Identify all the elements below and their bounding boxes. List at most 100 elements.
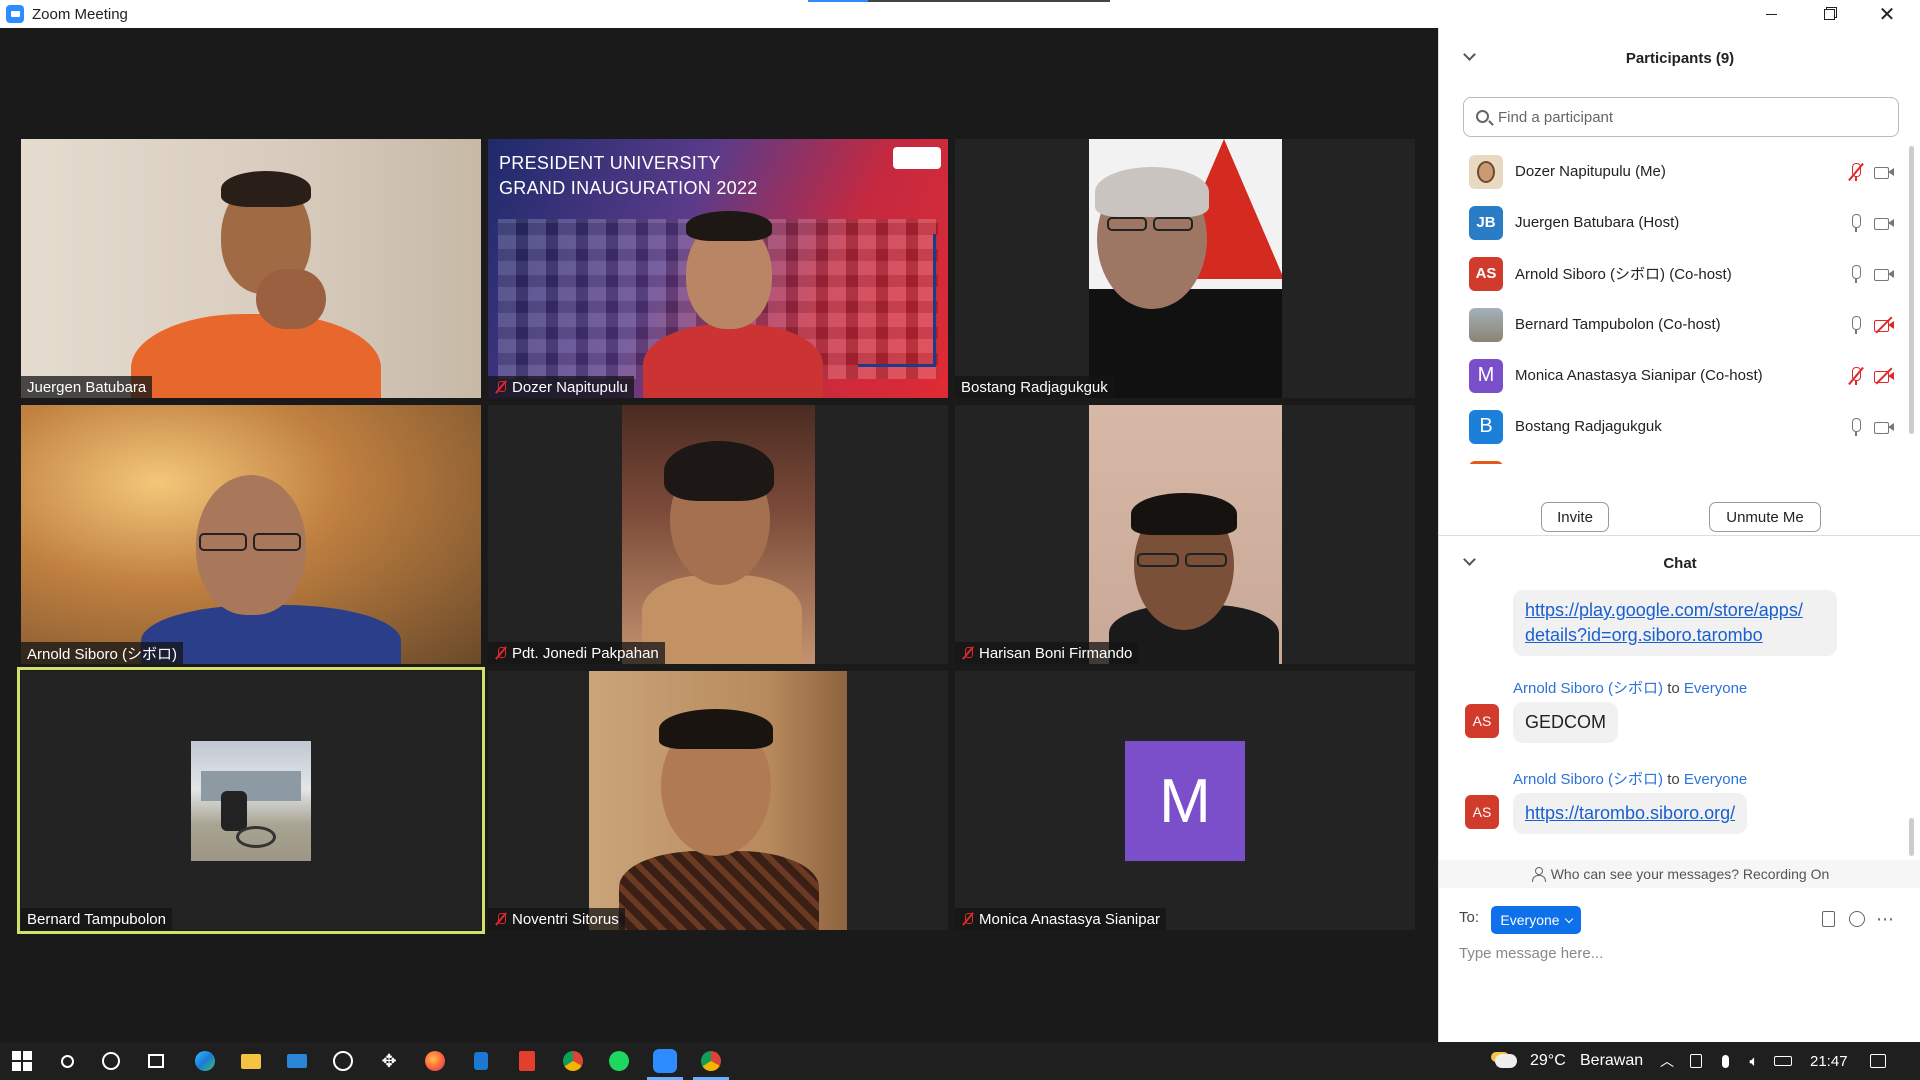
mail-icon[interactable]: [285, 1049, 309, 1073]
office-icon[interactable]: [515, 1049, 539, 1073]
participants-header: Participants (9): [1439, 43, 1920, 73]
muted-mic-icon[interactable]: [1847, 162, 1865, 182]
emoji-icon[interactable]: [1848, 910, 1866, 928]
more-options-icon[interactable]: ⋯: [1876, 909, 1894, 929]
avatar: M: [1469, 358, 1503, 393]
video-tile[interactable]: PRESIDENT UNIVERSITY GRAND INAUGURATION …: [488, 139, 948, 398]
recipient-dropdown[interactable]: Everyone: [1491, 906, 1581, 934]
chrome-icon[interactable]: [699, 1049, 723, 1073]
participant-row-partial[interactable]: [1439, 452, 1909, 464]
invite-button[interactable]: Invite: [1541, 502, 1609, 532]
chat-avatar: AS: [1465, 704, 1499, 738]
task-view-icon[interactable]: [144, 1049, 168, 1073]
cortana-icon[interactable]: [99, 1049, 123, 1073]
search-icon: [1476, 110, 1489, 123]
camera-icon[interactable]: [1873, 215, 1895, 231]
video-gallery: Juergen Batubara PRESIDENT UNIVERSITY GR…: [0, 28, 1438, 1042]
device-icon[interactable]: [1684, 1049, 1708, 1073]
chat-link[interactable]: https://tarombo.siboro.org/: [1525, 803, 1735, 823]
video-tile[interactable]: M Monica Anastasya Sianipar: [955, 671, 1415, 930]
weather-temperature[interactable]: 29°C: [1530, 1042, 1566, 1080]
collapse-chevron-icon[interactable]: [1463, 48, 1476, 61]
camera-icon[interactable]: [1873, 164, 1895, 180]
video-tile[interactable]: Arnold Siboro (シボロ): [21, 405, 481, 664]
tile-name-label: Bostang Radjagukguk: [955, 376, 1114, 398]
participant-list-scrollbar[interactable]: [1909, 146, 1914, 434]
video-tile[interactable]: Harisan Boni Firmando: [955, 405, 1415, 664]
search-icon[interactable]: [55, 1049, 79, 1073]
participant-profile-picture: [191, 741, 311, 861]
chevron-down-icon: [1564, 914, 1573, 923]
video-tile[interactable]: Noventri Sitorus: [488, 671, 948, 930]
notifications-icon[interactable]: [1866, 1049, 1890, 1073]
video-tile[interactable]: Juergen Batubara: [21, 139, 481, 398]
windows-start-icon[interactable]: [10, 1049, 34, 1073]
video-tile[interactable]: Pdt. Jonedi Pakpahan: [488, 405, 948, 664]
chat-link[interactable]: https://play.google.com/store/apps/detai…: [1525, 600, 1803, 645]
weather-description[interactable]: Berawan: [1580, 1042, 1643, 1080]
clock-time[interactable]: 21:47: [1810, 1042, 1848, 1080]
tile-name-label: Pdt. Jonedi Pakpahan: [488, 642, 665, 664]
edge-icon[interactable]: [193, 1049, 217, 1073]
minimize-button[interactable]: [1742, 0, 1800, 28]
chat-header: Chat: [1439, 548, 1920, 578]
top-indicator-bar: [808, 0, 1110, 2]
tile-name-label: Arnold Siboro (シボロ): [21, 642, 184, 664]
file-icon[interactable]: [1819, 910, 1837, 928]
camera-icon[interactable]: [1873, 419, 1895, 435]
dropbox-icon[interactable]: ✥: [377, 1049, 401, 1073]
mic-icon[interactable]: [1847, 264, 1865, 284]
camera-off-icon[interactable]: [1873, 367, 1895, 384]
mic-icon[interactable]: [1847, 417, 1865, 437]
chat-scrollbar[interactable]: [1909, 818, 1914, 856]
participant-row[interactable]: Dozer Napitupulu (Me): [1439, 146, 1909, 197]
recording-notice[interactable]: Who can see your messages? Recording On: [1439, 860, 1920, 888]
participant-row[interactable]: Bernard Tampubolon (Co-host): [1439, 299, 1909, 350]
taskbar: ✥ 29°C Berawan ︿ 🔈︎ 21:47: [0, 1042, 1920, 1080]
window-title: Zoom Meeting: [32, 5, 128, 23]
participant-row[interactable]: AS Arnold Siboro (シボロ) (Co-host): [1439, 248, 1909, 299]
muted-mic-icon[interactable]: [1847, 366, 1865, 386]
spotify-icon[interactable]: [607, 1049, 631, 1073]
to-label: To:: [1459, 909, 1480, 926]
app-shield-icon[interactable]: [469, 1049, 493, 1073]
title-bar: Zoom Meeting ✕: [0, 0, 1920, 28]
participant-video: [1089, 139, 1282, 398]
muted-mic-icon: [494, 646, 508, 660]
volume-icon[interactable]: 🔈︎: [1742, 1049, 1766, 1073]
participant-avatar: M: [1125, 741, 1245, 861]
mic-icon[interactable]: [1847, 315, 1865, 335]
muted-mic-icon: [961, 912, 975, 926]
camera-icon[interactable]: [1873, 266, 1895, 282]
participant-row[interactable]: B Bostang Radjagukguk: [1439, 401, 1909, 452]
avatar: JB: [1469, 205, 1503, 240]
participant-row[interactable]: JB Juergen Batubara (Host): [1439, 197, 1909, 248]
zoom-taskbar-icon[interactable]: [653, 1049, 677, 1073]
battery-icon[interactable]: [1771, 1049, 1795, 1073]
unmute-me-button[interactable]: Unmute Me: [1709, 502, 1821, 532]
firefox-icon[interactable]: [423, 1049, 447, 1073]
banner-text: PRESIDENT UNIVERSITY GRAND INAUGURATION …: [499, 153, 758, 198]
whatsapp-icon[interactable]: [331, 1049, 355, 1073]
microphone-icon[interactable]: [1713, 1049, 1737, 1073]
restore-button[interactable]: [1800, 0, 1858, 28]
participant-row[interactable]: M Monica Anastasya Sianipar (Co-host): [1439, 350, 1909, 401]
chat-message-bubble: https://play.google.com/store/apps/detai…: [1513, 590, 1837, 656]
camera-off-icon[interactable]: [1873, 316, 1895, 333]
file-explorer-icon[interactable]: [239, 1049, 263, 1073]
mic-icon[interactable]: [1847, 213, 1865, 233]
participant-search-input[interactable]: Find a participant: [1463, 97, 1899, 137]
collapse-chevron-icon[interactable]: [1463, 553, 1476, 566]
tile-name-label: Dozer Napitupulu: [488, 376, 634, 398]
tile-name-label: Noventri Sitorus: [488, 908, 625, 930]
panel-divider: [1439, 535, 1920, 536]
close-button[interactable]: ✕: [1858, 0, 1916, 28]
chat-message-input[interactable]: [1459, 940, 1899, 966]
chevron-up-icon[interactable]: ︿: [1655, 1049, 1679, 1073]
avatar: [1469, 307, 1503, 342]
chrome-icon[interactable]: [561, 1049, 585, 1073]
weather-cloud-icon[interactable]: [1494, 1049, 1518, 1073]
side-panel: Participants (9) Find a participant Doze…: [1438, 28, 1920, 1042]
video-tile-active-speaker[interactable]: Bernard Tampubolon: [17, 667, 485, 934]
video-tile[interactable]: Bostang Radjagukguk: [955, 139, 1415, 398]
